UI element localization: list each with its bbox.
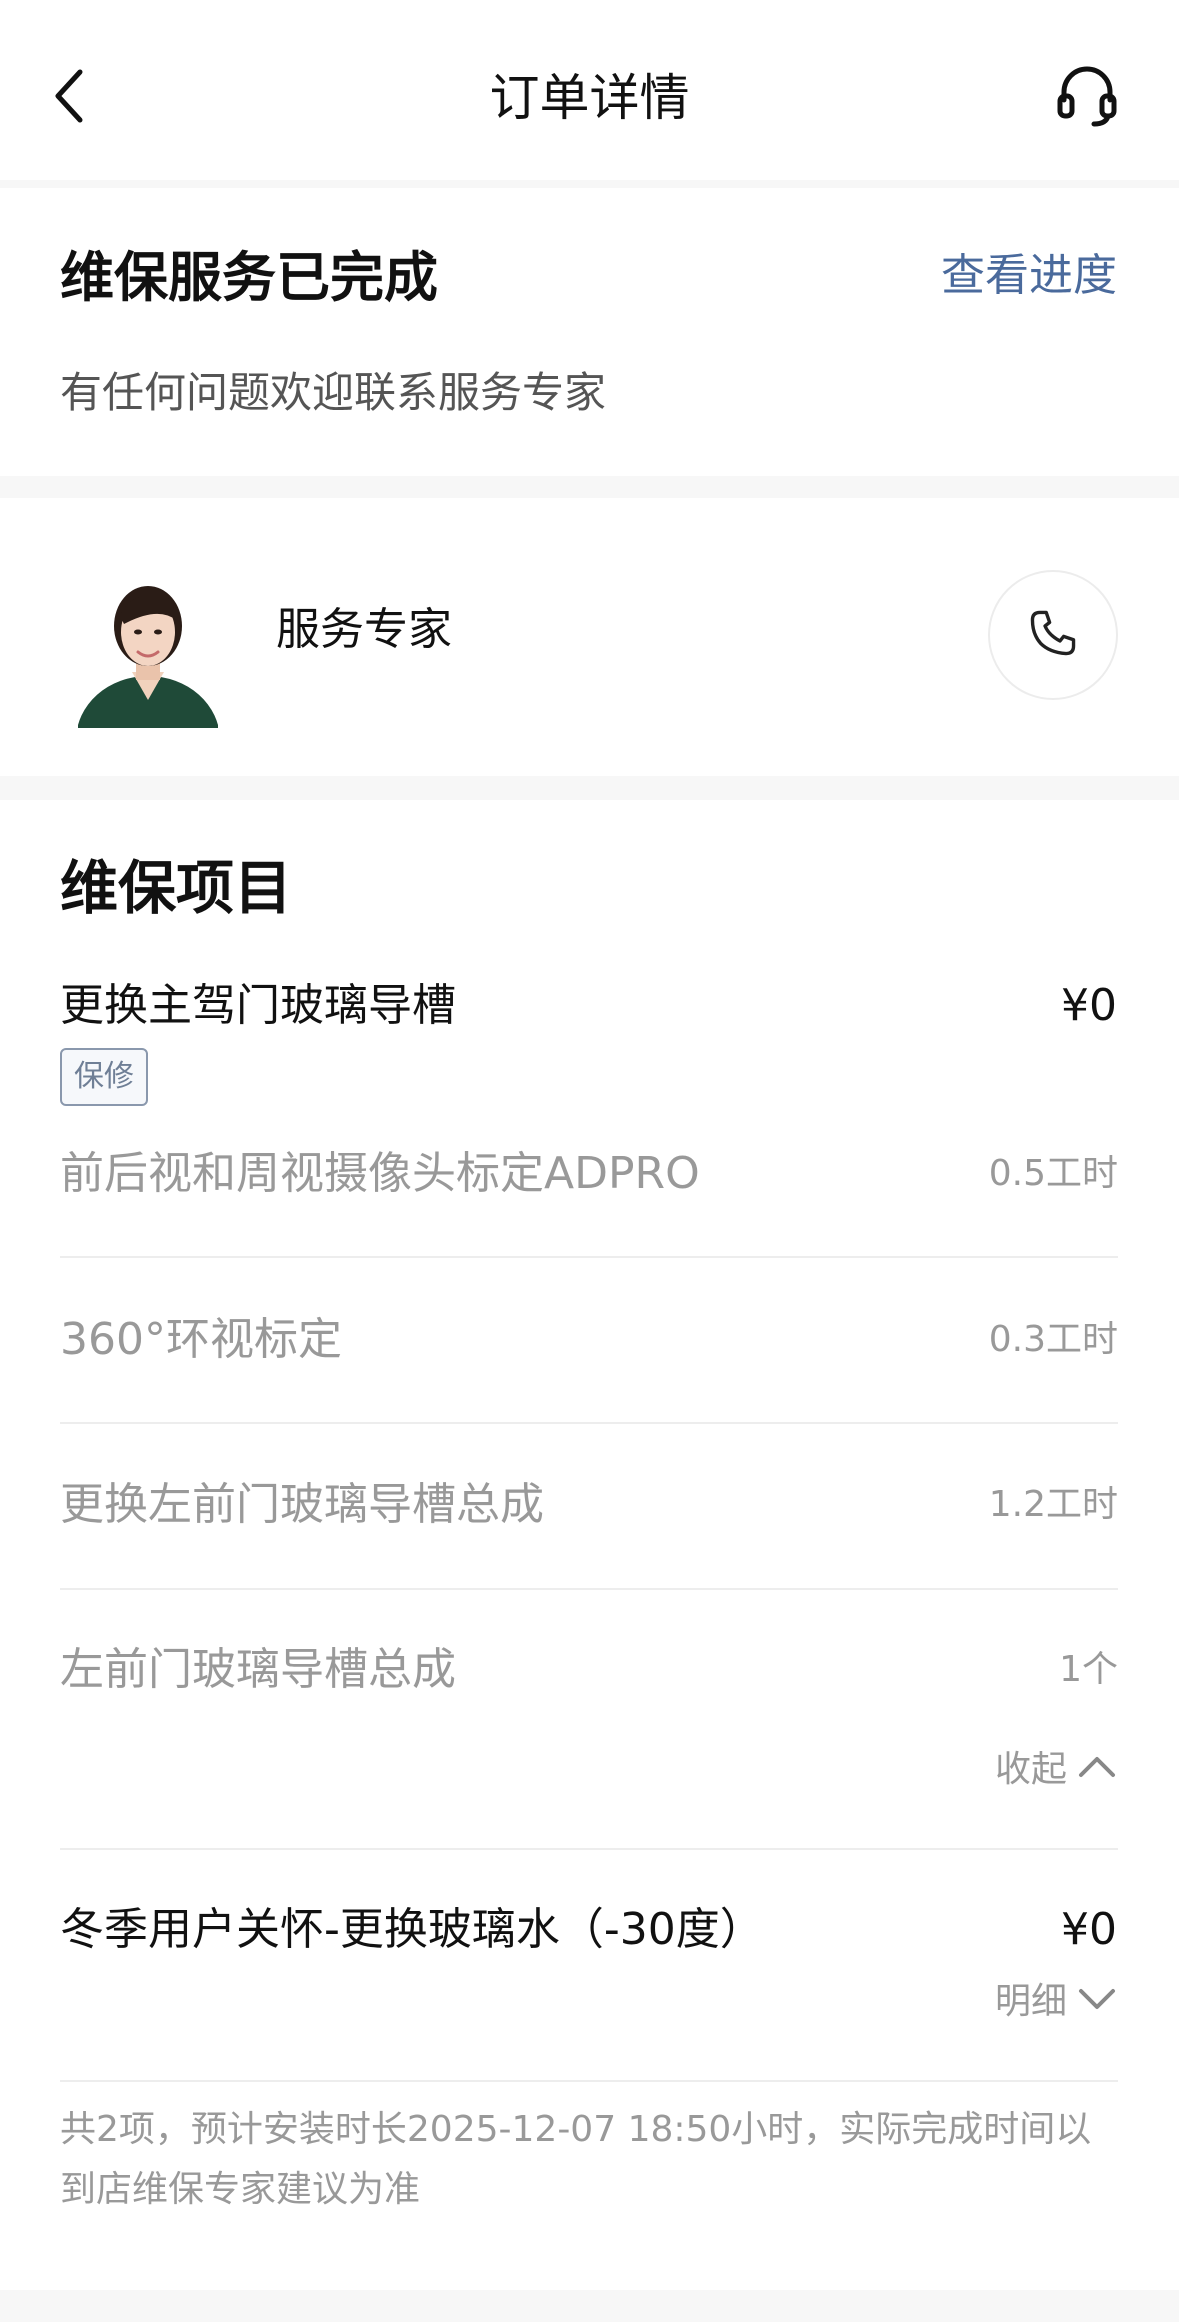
warranty-tag: 保修 <box>60 1048 148 1106</box>
divider <box>60 2080 1118 2082</box>
call-button[interactable] <box>988 570 1118 700</box>
phone-icon <box>1024 604 1082 666</box>
expert-name: 服务专家 <box>276 604 452 655</box>
maintenance-items-card: 维保项目 更换主驾门玻璃导槽 ¥0 保修 前后视和周视摄像头标定ADPRO 0.… <box>0 800 1179 2290</box>
divider <box>60 1422 1118 1424</box>
order-detail-page: 订单详情 维保服务已完成 查看进度 有任何问题欢迎联系服务专家 服务专家 维保项… <box>0 0 1179 2322</box>
page-title: 订单详情 <box>489 69 690 127</box>
status-title: 维保服务已完成 <box>60 246 438 309</box>
headset-icon[interactable] <box>1056 62 1118 128</box>
sub-item-name: 左前门玻璃导槽总成 <box>60 1644 456 1695</box>
avatar <box>78 568 218 728</box>
sub-item-row: 前后视和周视摄像头标定ADPRO 0.5工时 <box>60 1144 1118 1204</box>
sub-item-qty: 0.5工时 <box>988 1153 1118 1194</box>
sub-item-qty: 1个 <box>1059 1649 1118 1690</box>
item-price: ¥0 <box>1061 1904 1117 1955</box>
sub-item-name: 前后视和周视摄像头标定ADPRO <box>60 1148 700 1199</box>
sub-item-qty: 1.2工时 <box>988 1484 1118 1525</box>
item-name: 更换主驾门玻璃导槽 <box>60 980 456 1031</box>
collapse-label: 收起 <box>994 1749 1067 1790</box>
chevron-down-icon <box>1067 1976 1117 2028</box>
sub-item-row: 更换左前门玻璃导槽总成 1.2工时 <box>60 1475 1118 1535</box>
sub-item-qty: 0.3工时 <box>988 1319 1118 1360</box>
summary-note: 共2项，预计安装时长2025-12-07 18:50小时，实际完成时间以到店维保… <box>60 2109 1092 2210</box>
divider <box>60 1256 1118 1258</box>
details-label: 明细 <box>994 1981 1067 2022</box>
sub-item-row: 左前门玻璃导槽总成 1个 <box>60 1640 1118 1700</box>
top-nav-bar: 订单详情 <box>0 0 1179 180</box>
divider <box>60 1588 1118 1590</box>
chevron-up-icon <box>1067 1744 1117 1796</box>
view-progress-link[interactable]: 查看进度 <box>941 246 1117 306</box>
items-title: 维保项目 <box>60 854 293 922</box>
divider <box>60 1848 1118 1850</box>
sub-item-name: 360°环视标定 <box>60 1314 342 1365</box>
sub-item-name: 更换左前门玻璃导槽总成 <box>60 1479 544 1530</box>
sub-item-row: 360°环视标定 0.3工时 <box>60 1310 1118 1370</box>
collapse-toggle[interactable]: 收起 <box>995 1744 1117 1796</box>
item-name: 冬季用户关怀-更换玻璃水（-30度） <box>60 1904 764 1955</box>
details-toggle[interactable]: 明细 <box>995 1976 1117 2028</box>
status-subtitle: 有任何问题欢迎联系服务专家 <box>60 368 607 417</box>
service-expert-card: 服务专家 <box>0 498 1179 776</box>
service-status-card: 维保服务已完成 查看进度 有任何问题欢迎联系服务专家 <box>0 188 1179 476</box>
item-price: ¥0 <box>1061 980 1117 1031</box>
